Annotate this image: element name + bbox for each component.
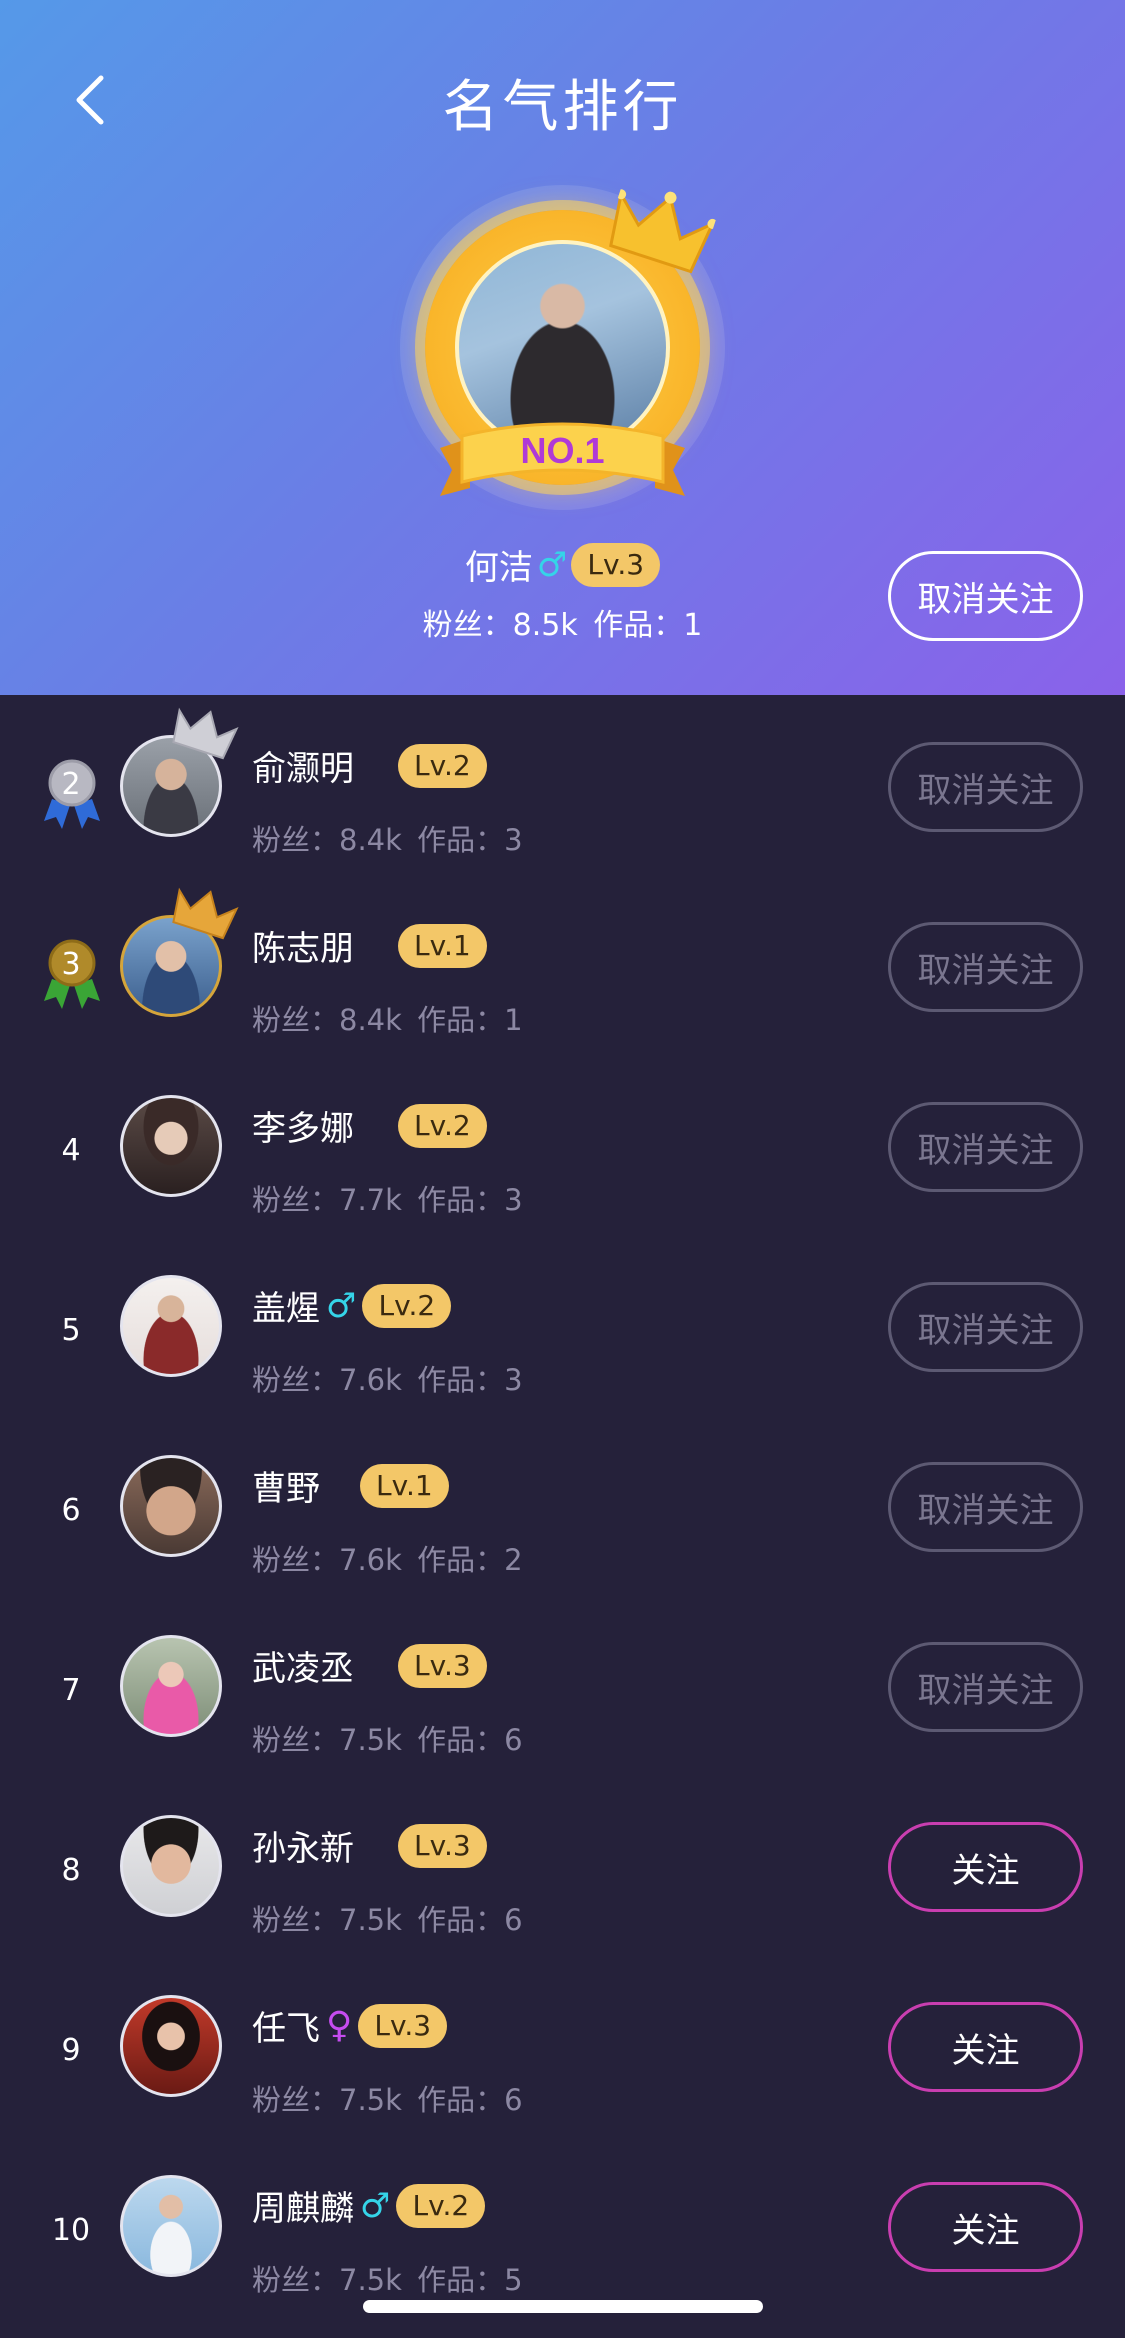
unfollow-button[interactable]: 取消关注 [888,742,1083,832]
male-icon: ♂ [360,2185,391,2226]
user-name: 何洁 [464,548,533,588]
name-row: 李多娜 Lv.2 [252,1101,487,1150]
avatar[interactable] [120,1275,222,1377]
level-badge: Lv.2 [396,2183,486,2228]
user-name: 孙永新 [252,1829,354,1869]
rank-number: 4 [61,1133,81,1168]
follow-button[interactable]: 关注 [888,2182,1083,2272]
header-banner: 名气排行 NO.1 何洁 ♂ Lv.3 粉丝：8.5k 作品：1 取消关注 [0,0,1125,695]
ranking-list: 2 俞灏明 Lv.2 粉丝：8.4k 作品：3 取消关注 3 陈志朋 Lv.1 … [0,695,1125,2315]
unfollow-button[interactable]: 取消关注 [888,551,1083,641]
level-badge: Lv.1 [360,1463,449,1508]
male-icon: ♂ [536,544,568,585]
unfollow-button[interactable]: 取消关注 [888,1642,1083,1732]
rank-number: 9 [61,2033,81,2068]
name-row: 俞灏明 Lv.2 [252,741,487,790]
avatar[interactable] [120,1635,222,1737]
name-row: 周麒麟 ♂ Lv.2 [252,2181,486,2230]
user-name: 周麒麟 [252,2189,354,2229]
name-row: 陈志朋 Lv.1 [252,921,487,970]
list-item[interactable]: 3 陈志朋 Lv.1 粉丝：8.4k 作品：1 取消关注 [0,875,1125,1055]
avatar[interactable] [120,1455,222,1557]
avatar[interactable] [120,2175,222,2277]
user-stats: 粉丝：8.4k 作品：1 [252,1003,523,1037]
user-stats: 粉丝：7.5k 作品：6 [252,2083,523,2117]
user-stats: 粉丝：8.4k 作品：3 [252,823,523,857]
level-badge: Lv.3 [398,1823,487,1868]
level-badge: Lv.2 [362,1283,452,1328]
user-stats: 粉丝：7.5k 作品：6 [252,1723,523,1757]
avatar[interactable] [120,1815,222,1917]
rank-number: 7 [61,1673,81,1708]
user-stats: 粉丝：7.5k 作品：6 [252,1903,523,1937]
user-stats: 粉丝：7.6k 作品：2 [252,1543,523,1577]
list-item[interactable]: 2 俞灏明 Lv.2 粉丝：8.4k 作品：3 取消关注 [0,695,1125,875]
level-badge: Lv.2 [398,743,487,788]
name-row: 曹野 Lv.1 [252,1461,449,1510]
top-ranked-avatar[interactable]: NO.1 [395,180,730,515]
name-row: 盖煋 ♂ Lv.2 [252,1281,452,1330]
list-item[interactable]: 4 李多娜 Lv.2 粉丝：7.7k 作品：3 取消关注 [0,1055,1125,1235]
user-stats: 粉丝：7.7k 作品：3 [252,1183,523,1217]
rank-number: 2 [61,767,81,802]
rank-number: 8 [61,1853,81,1888]
list-item[interactable]: 8 孙永新 Lv.3 粉丝：7.5k 作品：6 关注 [0,1775,1125,1955]
page-title: 名气排行 [442,75,683,140]
level-badge: Lv.1 [398,923,487,968]
user-name: 盖煋 [252,1289,320,1329]
rank-label: NO.1 [520,430,605,471]
unfollow-button[interactable]: 取消关注 [888,1282,1083,1372]
unfollow-button[interactable]: 取消关注 [888,1102,1083,1192]
home-indicator[interactable] [363,2300,763,2313]
user-name: 陈志朋 [252,929,354,969]
level-badge: Lv.3 [358,2003,448,2048]
list-item[interactable]: 9 任飞 ♀ Lv.3 粉丝：7.5k 作品：6 关注 [0,1955,1125,2135]
unfollow-button[interactable]: 取消关注 [888,922,1083,1012]
user-name: 曹野 [252,1469,320,1509]
follow-button[interactable]: 关注 [888,2002,1083,2092]
unfollow-button[interactable]: 取消关注 [888,1462,1083,1552]
level-badge: Lv.3 [398,1643,487,1688]
user-stats: 粉丝：7.5k 作品：5 [252,2263,523,2297]
user-name: 任飞 [252,2009,320,2049]
user-name: 武凌丞 [252,1649,354,1689]
name-row: 任飞 ♀ Lv.3 [252,2001,448,2050]
rank-number: 5 [61,1313,81,1348]
name-row: 武凌丞 Lv.3 [252,1641,487,1690]
follow-button[interactable]: 关注 [888,1822,1083,1912]
list-item[interactable]: 6 曹野 Lv.1 粉丝：7.6k 作品：2 取消关注 [0,1415,1125,1595]
user-name: 俞灏明 [252,749,354,789]
user-stats: 粉丝：7.6k 作品：3 [252,1363,523,1397]
list-item[interactable]: 7 武凌丞 Lv.3 粉丝：7.5k 作品：6 取消关注 [0,1595,1125,1775]
list-item[interactable]: 5 盖煋 ♂ Lv.2 粉丝：7.6k 作品：3 取消关注 [0,1235,1125,1415]
female-icon: ♀ [326,2005,353,2046]
rank-number: 3 [61,947,81,982]
male-icon: ♂ [326,1285,357,1326]
level-badge: Lv.3 [571,542,661,587]
avatar[interactable] [120,1995,222,2097]
name-row: 孙永新 Lv.3 [252,1821,487,1870]
rank-number: 10 [51,2213,91,2248]
avatar[interactable] [120,1095,222,1197]
rank-number: 6 [61,1493,81,1528]
level-badge: Lv.2 [398,1103,487,1148]
user-name: 李多娜 [252,1109,354,1149]
list-item[interactable]: 10 周麒麟 ♂ Lv.2 粉丝：7.5k 作品：5 关注 [0,2135,1125,2315]
